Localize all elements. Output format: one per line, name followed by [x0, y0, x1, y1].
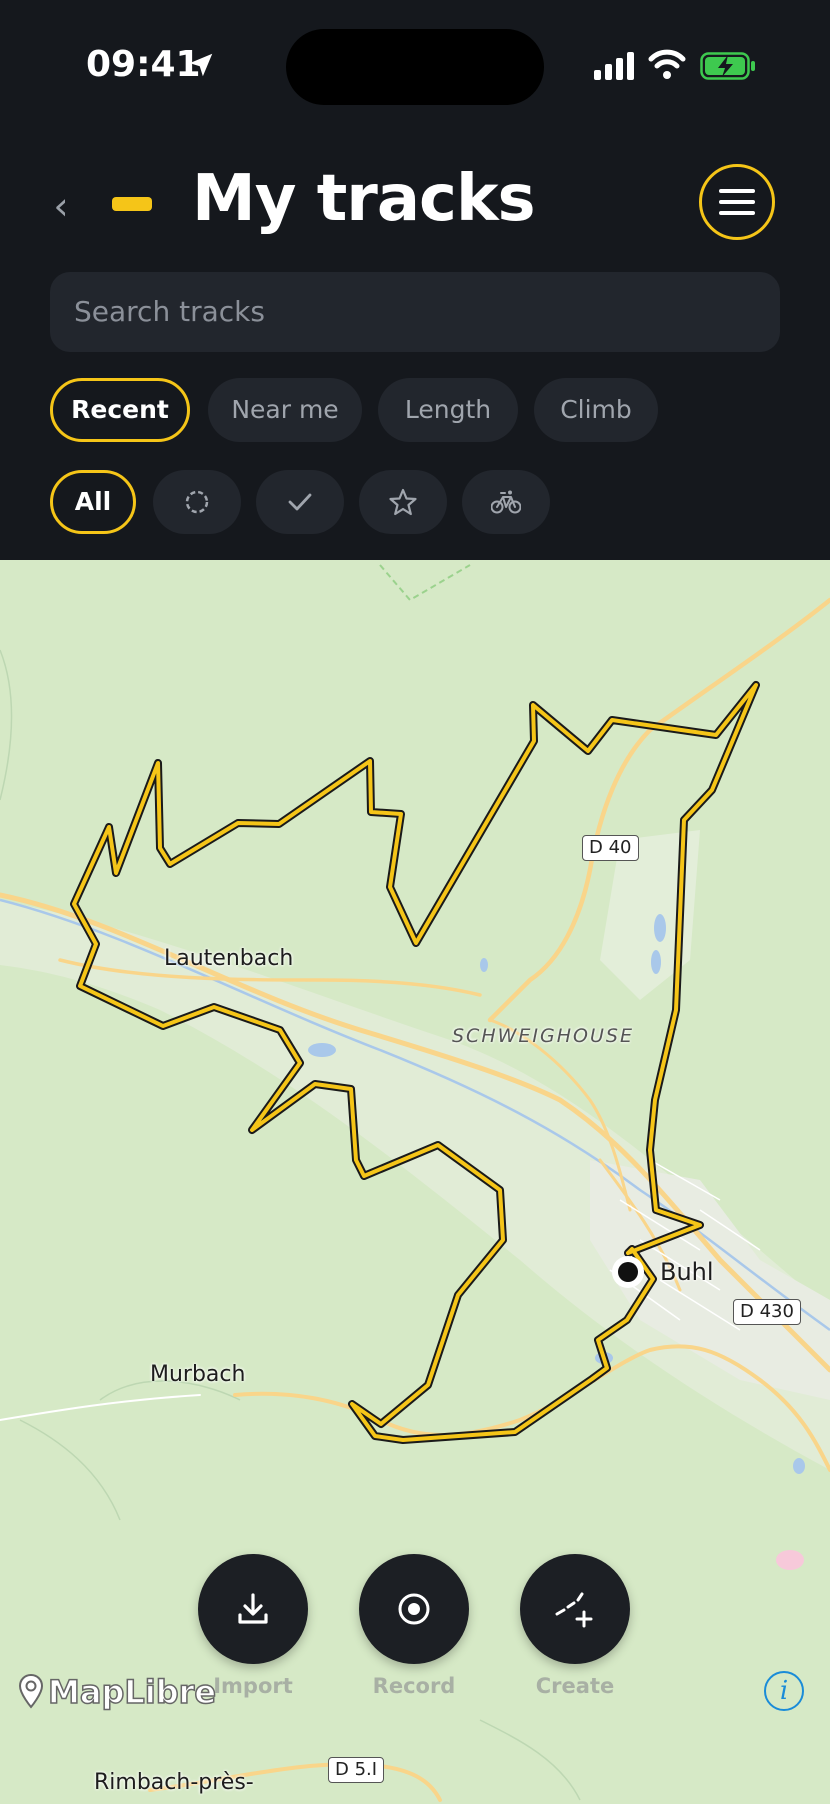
- chip-near-me[interactable]: Near me: [208, 378, 362, 442]
- chip-completed[interactable]: [256, 470, 344, 534]
- brand-mark: [112, 197, 152, 211]
- back-button[interactable]: ‹: [46, 186, 76, 226]
- place-label-murbach: Murbach: [150, 1362, 246, 1387]
- record-button[interactable]: [359, 1554, 469, 1664]
- import-button[interactable]: [198, 1554, 308, 1664]
- maplibre-wordmark: MapLibre: [47, 1672, 217, 1712]
- record-label: Record: [372, 1674, 456, 1698]
- hamburger-icon: [719, 189, 755, 215]
- chip-all[interactable]: All: [50, 470, 136, 534]
- place-label-lautenbach: Lautenbach: [164, 946, 294, 971]
- chip-recent[interactable]: Recent: [50, 378, 190, 442]
- menu-button[interactable]: [699, 164, 775, 240]
- top-bar: 09:41 ‹ My tracks Search tracks Recent N…: [0, 0, 830, 560]
- star-icon: [389, 488, 417, 516]
- location-arrow-icon: [189, 53, 213, 77]
- create-label: Create: [535, 1674, 615, 1698]
- map-pin-icon: [18, 1673, 44, 1709]
- battery-charging-icon: [700, 52, 755, 80]
- chip-in-progress[interactable]: [153, 470, 241, 534]
- checkmark-icon: [288, 493, 312, 511]
- bicycle-icon: [491, 490, 521, 514]
- search-input[interactable]: Search tracks: [50, 272, 780, 352]
- chip-climb[interactable]: Climb: [534, 378, 658, 442]
- road-shield-d40: D 40: [582, 835, 639, 861]
- dashed-circle-icon: [185, 490, 209, 514]
- road-shield-d430: D 430: [733, 1299, 801, 1325]
- wifi-icon: [648, 49, 686, 79]
- place-label-buhl: Buhl: [660, 1258, 714, 1286]
- dynamic-island: [286, 29, 544, 105]
- info-button[interactable]: i: [764, 1671, 804, 1711]
- place-label-rimbach: Rimbach-près-: [94, 1770, 254, 1795]
- chip-length[interactable]: Length: [378, 378, 518, 442]
- page-title: My tracks: [192, 162, 536, 236]
- maplibre-logo[interactable]: MapLibre: [18, 1672, 217, 1712]
- record-icon: [398, 1593, 430, 1625]
- start-marker[interactable]: [618, 1262, 638, 1282]
- create-route-icon: [555, 1592, 593, 1628]
- chip-favorites[interactable]: [359, 470, 447, 534]
- chip-cycling[interactable]: [462, 470, 550, 534]
- road-shield-d5i: D 5.I: [328, 1757, 385, 1783]
- place-label-schweighouse: SCHWEIGHOUSE: [452, 1025, 634, 1047]
- create-button[interactable]: [520, 1554, 630, 1664]
- download-icon: [238, 1593, 268, 1624]
- status-time: 09:41: [86, 44, 201, 85]
- signal-icon: [594, 52, 634, 80]
